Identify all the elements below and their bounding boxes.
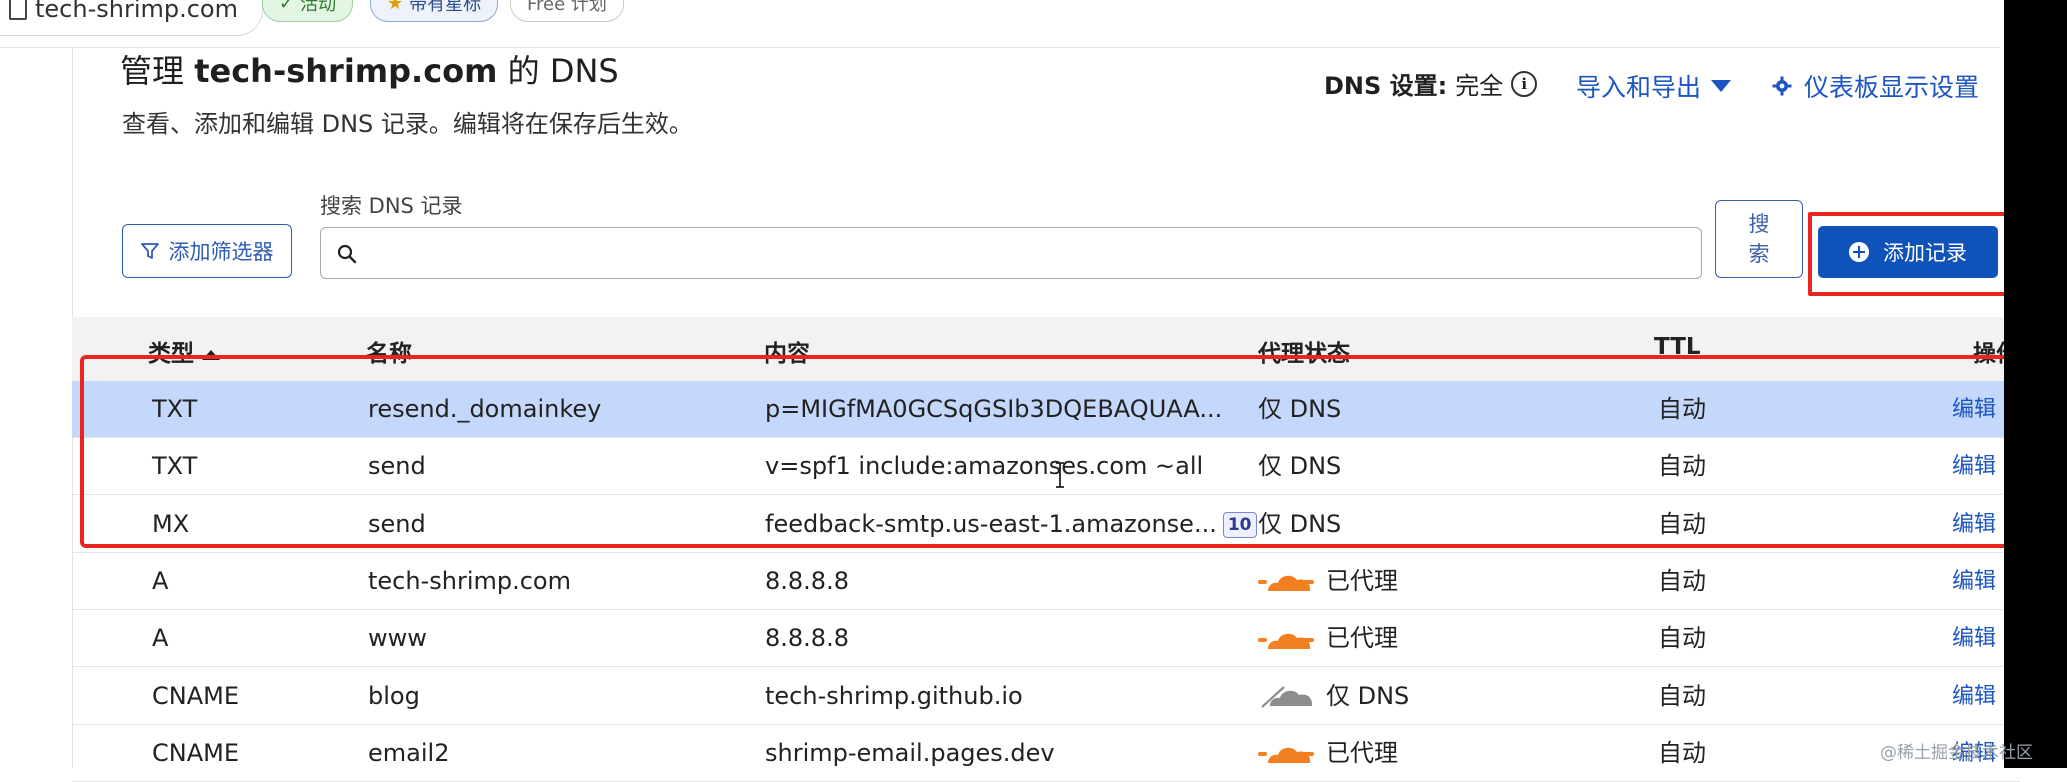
status-badge: ✓ 活动 (262, 0, 354, 22)
page-subtitle: 查看、添加和编辑 DNS 记录。编辑将在保存后生效。 (122, 110, 693, 138)
page-title-prefix: 管理 (120, 52, 185, 90)
record-content: shrimp-email.pages.dev (765, 725, 1055, 782)
page-title-domain: tech-shrimp.com (194, 52, 498, 90)
star-icon: ★ (387, 0, 404, 14)
search-label: 搜索 DNS 记录 (320, 194, 463, 218)
search-input[interactable] (321, 228, 1701, 278)
table-row[interactable]: CNAME blog tech-shrimp.github.io 仅 DNS 自动 编辑 (72, 668, 2020, 725)
record-content: 8.8.8.8 (765, 610, 849, 667)
proxy-status: 已代理 (1258, 725, 1398, 782)
page-title-suffix: 的 DNS (507, 52, 619, 90)
table-row[interactable]: CNAME email2 shrimp-email.pages.dev 已代理 自动 编辑 (72, 725, 2020, 782)
plan-badge-label: Free 计划 (527, 0, 607, 15)
record-type: A (152, 624, 169, 653)
edit-link[interactable]: 编辑 (1952, 553, 1996, 610)
record-type: CNAME (152, 738, 239, 767)
text-cursor-icon (1056, 462, 1064, 488)
record-content: tech-shrimp.github.io (765, 668, 1023, 725)
record-type: A (152, 566, 169, 595)
record-content: 8.8.8.8 (765, 553, 849, 610)
import-export-dropdown[interactable]: 导入和导出 (1576, 68, 1732, 104)
record-ttl: 自动 (1658, 681, 1706, 710)
star-badge-label: 带有星标 (409, 0, 482, 15)
search-button-label: 搜索 (1748, 212, 1770, 266)
info-icon[interactable]: i (1511, 70, 1538, 97)
record-content-text: 8.8.8.8 (765, 624, 849, 653)
search-input-wrapper[interactable] (320, 227, 1702, 279)
highlight-box-records (80, 355, 2030, 548)
add-filter-label: 添加筛选器 (168, 240, 274, 264)
dashboard-settings-label: 仪表板显示设置 (1804, 73, 1980, 102)
dns-only-cloud-icon (1258, 683, 1313, 709)
dns-setting: DNS 设置: 完全 i (1324, 66, 1538, 101)
proxy-status: 已代理 (1258, 610, 1398, 667)
proxy-status-label: 已代理 (1326, 738, 1398, 767)
table-row[interactable]: Atech-shrimp.com 8.8.8.8 已代理 自动 编辑 (72, 553, 2020, 610)
proxied-cloud-icon (1258, 633, 1314, 649)
add-filter-button[interactable]: 添加筛选器 (122, 224, 292, 278)
watermark: @稀土掘金技术社区 (1880, 743, 2033, 763)
proxied-cloud-icon (1258, 748, 1314, 764)
record-content-text: 8.8.8.8 (765, 566, 849, 595)
proxy-status-label: 已代理 (1326, 566, 1398, 595)
dashboard-settings-link[interactable]: 仪表板显示设置 (1772, 68, 1979, 104)
table-row[interactable]: Awww 8.8.8.8 已代理 自动 编辑 (72, 610, 2020, 668)
status-badge-label: 活动 (300, 0, 337, 15)
edit-link[interactable]: 编辑 (1952, 668, 1996, 725)
record-name: email2 (368, 738, 450, 767)
proxy-status: 仅 DNS (1258, 668, 1409, 725)
domain-tab-label: tech-shrimp.com (35, 0, 238, 23)
search-button[interactable]: 搜索 (1715, 200, 1803, 278)
record-content-text: tech-shrimp.github.io (765, 681, 1023, 710)
star-badge[interactable]: ★ 带有星标 (370, 0, 499, 22)
record-name: www (368, 624, 427, 653)
page-title: 管理 tech-shrimp.com 的 DNS (120, 46, 619, 92)
record-ttl: 自动 (1658, 566, 1706, 595)
record-name: blog (368, 681, 420, 710)
screen-edge (2004, 0, 2067, 768)
filter-icon (140, 243, 159, 259)
record-ttl: 自动 (1658, 624, 1706, 653)
dns-setting-value: 完全 (1455, 72, 1504, 100)
plan-badge: Free 计划 (510, 0, 624, 22)
record-name: tech-shrimp.com (368, 566, 571, 595)
proxied-cloud-icon (1258, 576, 1314, 592)
dns-setting-label: DNS 设置: (1324, 72, 1448, 100)
proxy-status-label: 仅 DNS (1326, 681, 1410, 710)
edit-link[interactable]: 编辑 (1952, 610, 1996, 667)
record-type: CNAME (152, 681, 239, 710)
caret-down-icon (1711, 80, 1732, 92)
gear-icon (1772, 76, 1792, 96)
record-content-text: shrimp-email.pages.dev (765, 738, 1055, 767)
proxy-status-label: 已代理 (1326, 624, 1398, 653)
record-ttl: 自动 (1658, 738, 1706, 767)
document-icon (9, 0, 27, 20)
proxy-status: 已代理 (1258, 553, 1398, 610)
check-icon: ✓ (279, 0, 295, 14)
search-icon (337, 244, 357, 264)
domain-tab[interactable]: tech-shrimp.com (0, 0, 263, 36)
import-export-label: 导入和导出 (1576, 73, 1702, 102)
highlight-box-add-record (1808, 212, 2016, 296)
